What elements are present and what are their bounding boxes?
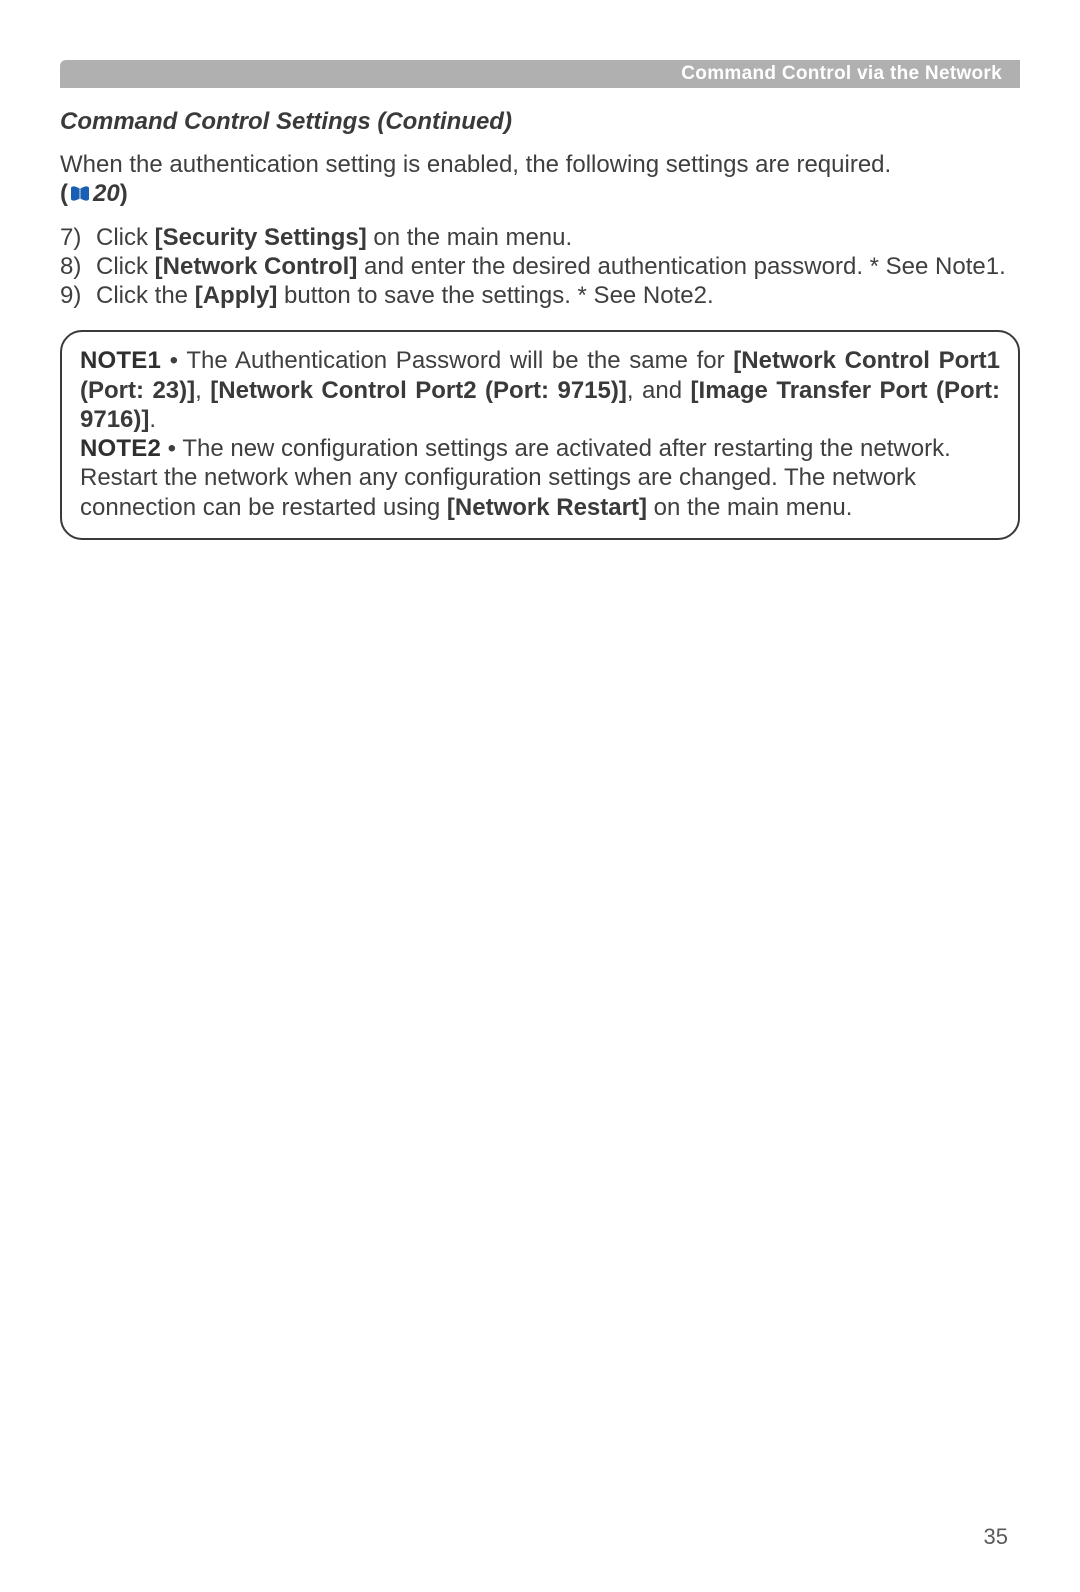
book-icon bbox=[69, 181, 91, 210]
step-num: 8) bbox=[60, 252, 96, 281]
step-post: on the main menu. bbox=[367, 224, 572, 251]
note1-t4: . bbox=[149, 406, 156, 433]
page-ref: (20) bbox=[60, 180, 128, 207]
step-post: and enter the desired authentication pas… bbox=[357, 253, 1005, 280]
step-8: 8) Click [Network Control] and enter the… bbox=[60, 252, 1020, 281]
note1-t3: , and bbox=[627, 377, 691, 404]
page-number: 35 bbox=[984, 1524, 1008, 1550]
step-bold: [Security Settings] bbox=[155, 224, 367, 251]
step-pre: Click bbox=[96, 224, 155, 251]
note2-label: NOTE2 bbox=[80, 435, 161, 462]
step-body: Click the [Apply] button to save the set… bbox=[96, 281, 1020, 310]
steps-list: 7) Click [Security Settings] on the main… bbox=[60, 223, 1020, 311]
step-bold: [Network Control] bbox=[155, 253, 358, 280]
header-title: Command Control via the Network bbox=[681, 63, 1002, 85]
note1-label: NOTE1 bbox=[80, 347, 161, 374]
step-body: Click [Network Control] and enter the de… bbox=[96, 252, 1020, 281]
note1-b2: [Network Control Port2 (Port: 9715)] bbox=[210, 377, 627, 404]
step-post: button to save the settings. * See Note2… bbox=[277, 282, 713, 309]
step-num: 7) bbox=[60, 223, 96, 252]
note1-t2: , bbox=[195, 377, 210, 404]
page-ref-close: ) bbox=[120, 180, 128, 207]
page-ref-open: ( bbox=[60, 180, 68, 207]
intro-text: When the authentication setting is enabl… bbox=[60, 151, 891, 178]
note-box: NOTE1 • The Authentication Password will… bbox=[60, 330, 1020, 540]
step-9: 9) Click the [Apply] button to save the … bbox=[60, 281, 1020, 310]
note1-paragraph: NOTE1 • The Authentication Password will… bbox=[80, 346, 1000, 434]
step-7: 7) Click [Security Settings] on the main… bbox=[60, 223, 1020, 252]
note1-t1: The Authentication Password will be the … bbox=[186, 347, 733, 374]
step-bold: [Apply] bbox=[195, 282, 278, 309]
step-num: 9) bbox=[60, 281, 96, 310]
note2-paragraph: NOTE2 • The new configuration settings a… bbox=[80, 434, 1000, 522]
step-pre: Click bbox=[96, 253, 155, 280]
note2-t2: on the main menu. bbox=[647, 494, 852, 521]
step-body: Click [Security Settings] on the main me… bbox=[96, 223, 1020, 252]
intro-paragraph: When the authentication setting is enabl… bbox=[60, 150, 1020, 211]
section-title: Command Control Settings (Continued) bbox=[60, 108, 1020, 136]
page-ref-num: 20 bbox=[93, 180, 120, 207]
note2-b1: [Network Restart] bbox=[447, 494, 647, 521]
note1-sep: • bbox=[161, 347, 186, 374]
step-pre: Click the bbox=[96, 282, 195, 309]
header-bar: Command Control via the Network bbox=[60, 60, 1020, 88]
note2-sep: • bbox=[161, 435, 182, 462]
